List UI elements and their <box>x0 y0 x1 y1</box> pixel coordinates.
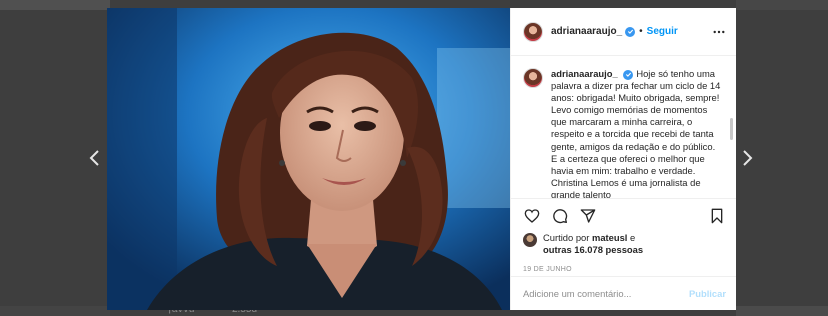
caption-body: Hoje só tenho uma palavra a dizer pra fe… <box>551 68 721 198</box>
bookmark-icon <box>711 208 723 223</box>
save-button[interactable] <box>708 207 726 225</box>
comment-input[interactable] <box>523 288 689 299</box>
likes-summary: Curtido por mateusl e outras 16.078 pess… <box>511 232 736 262</box>
previous-post-button[interactable] <box>84 145 104 171</box>
verified-badge-icon <box>625 26 636 37</box>
share-button[interactable] <box>579 207 597 225</box>
comment-form: Publicar <box>511 276 736 310</box>
heart-icon <box>524 208 540 223</box>
follow-button[interactable]: Seguir <box>647 26 678 37</box>
avatar[interactable] <box>523 21 543 42</box>
post-header: adrianaaraujo_ • Seguir <box>511 8 736 56</box>
next-post-button[interactable] <box>738 145 758 171</box>
comment-button[interactable] <box>551 207 569 225</box>
backdrop-thumbnail <box>0 306 110 316</box>
likes-others-link[interactable]: outras 16.078 pessoas <box>543 244 643 255</box>
likes-prefix: Curtido por <box>543 232 592 243</box>
backdrop-thumbnail <box>736 306 828 316</box>
backdrop-thumbnail <box>0 0 110 10</box>
verified-badge-icon <box>623 69 634 80</box>
post-photo[interactable] <box>107 8 510 310</box>
backdrop-thumbnail <box>736 0 828 10</box>
post-side-panel: adrianaaraujo_ • Seguir adrianaaraujo_ H… <box>510 8 736 310</box>
caption-comment: adrianaaraujo_ Hoje só tenho uma palavra… <box>523 68 722 198</box>
avatar[interactable] <box>523 68 543 88</box>
comments-scrollbar[interactable] <box>730 118 733 140</box>
share-icon <box>580 208 596 223</box>
comment-icon <box>553 208 568 223</box>
liker-avatar[interactable] <box>523 233 537 247</box>
caption-text: adrianaaraujo_ Hoje só tenho uma palavra… <box>551 68 721 198</box>
likes-user-link[interactable]: mateusl <box>592 232 627 243</box>
publish-button[interactable]: Publicar <box>689 288 726 299</box>
comments-area[interactable]: adrianaaraujo_ Hoje só tenho uma palavra… <box>511 56 736 198</box>
chevron-left-icon <box>89 150 99 166</box>
likes-connector: e <box>627 232 636 243</box>
caption-username[interactable]: adrianaaraujo_ <box>551 68 618 79</box>
header-username[interactable]: adrianaaraujo_ <box>551 26 622 37</box>
more-options-icon[interactable] <box>712 25 726 39</box>
like-button[interactable] <box>523 207 541 225</box>
chevron-right-icon <box>743 150 753 166</box>
portrait-image <box>107 8 510 310</box>
action-bar <box>511 198 736 232</box>
header-separator: • <box>639 26 643 37</box>
likes-text: Curtido por mateusl e outras 16.078 pess… <box>543 232 643 256</box>
